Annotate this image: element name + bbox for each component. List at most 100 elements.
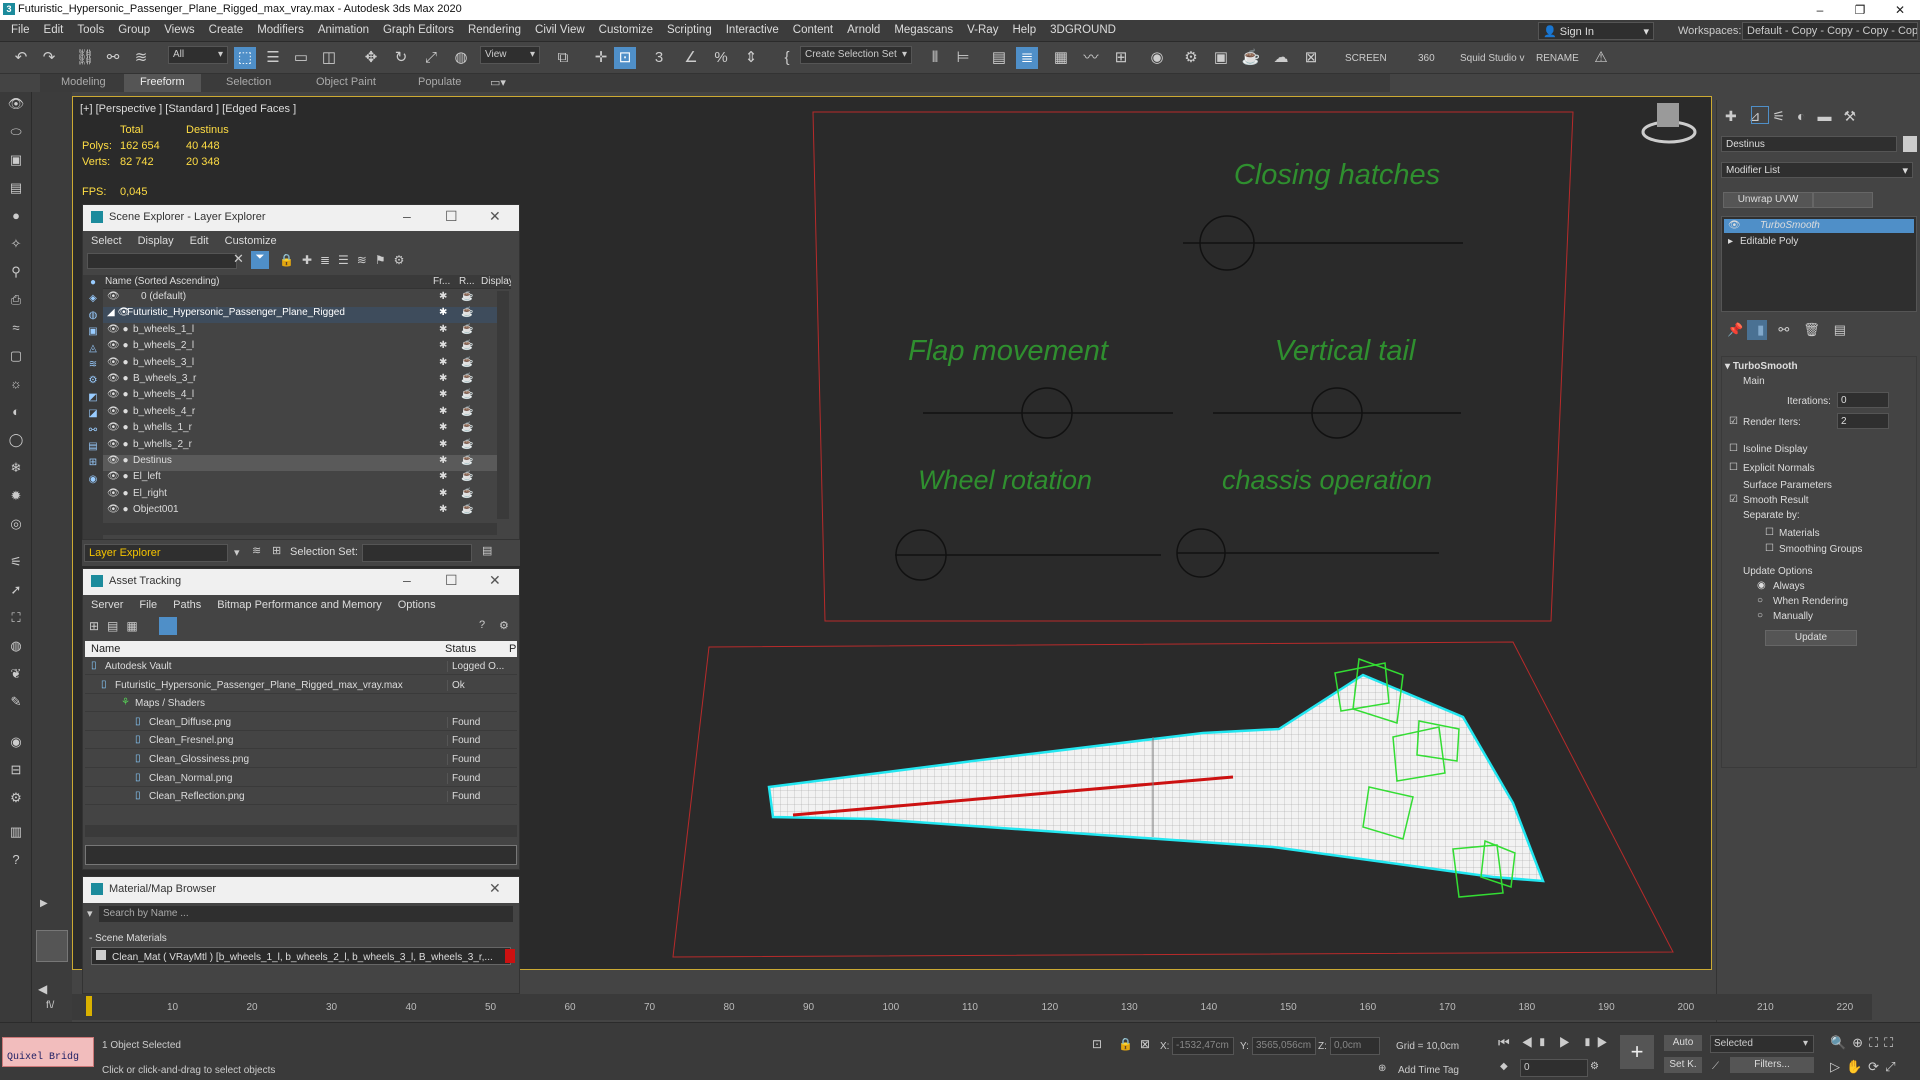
material-search-input[interactable]: Search by Name ... [99,906,513,922]
manually-radio[interactable]: ○ [1757,610,1763,621]
explorer-row[interactable]: 👁 ● b_wheels_2_l ✱ ☕ [103,340,497,356]
sign-in-button[interactable]: 👤 Sign In ▾ [1538,22,1654,40]
ribbon-toggle-icon[interactable]: ▦ [1050,47,1072,69]
smooth-result-checkbox[interactable]: ☑ [1729,494,1738,505]
renderable-icon[interactable]: ☕ [461,324,473,335]
link-icon[interactable]: ⛓ [74,47,96,69]
menu-graph-editors[interactable]: Graph Editors [376,20,461,42]
layer-icon[interactable]: ⬭ [6,122,26,142]
visibility-icon[interactable]: 👁 ● [103,422,129,433]
rendered-frame-icon[interactable]: ▣ [1210,47,1232,69]
smoothing-groups-checkbox[interactable]: ☐ [1765,543,1774,554]
menu-create[interactable]: Create [202,20,251,42]
tab-populate[interactable]: Populate [402,74,477,92]
explorer-row[interactable]: 👁 ● b_whells_2_r ✱ ☕ [103,439,497,455]
tab-selection[interactable]: Selection [210,74,287,92]
scale-icon[interactable]: ⤢ [420,47,442,69]
renderable-icon[interactable]: ☕ [461,340,473,351]
mirror-tool-icon[interactable]: ⫴ [924,47,946,69]
freeze-icon[interactable]: ✱ [439,357,447,368]
menu-arnold[interactable]: Arnold [840,20,887,42]
menu-interactive[interactable]: Interactive [719,20,786,42]
asset-row[interactable]: ▯ Clean_Diffuse.png Found [85,715,517,731]
visibility-icon[interactable]: 👁 ● [103,455,129,466]
renderable-icon[interactable]: ☕ [461,504,473,515]
scene-explorer-icon[interactable]: 👁 [6,94,26,114]
explorer-row[interactable]: 👁 ● b_wheels_3_l ✱ ☕ [103,357,497,373]
helper-icon[interactable]: ✧ [6,234,26,254]
pivot-center-icon[interactable]: ✛ [590,47,612,69]
freeze-icon[interactable]: ✱ [439,406,447,417]
angle-snap-icon[interactable]: ∠ [680,47,702,69]
space-warp-icon[interactable]: ≈ [6,318,26,338]
scene-explorer-header[interactable]: Scene Explorer - Layer Explorer – ☐ ✕ [83,205,519,231]
manage-sets-icon[interactable]: ▤ [482,544,492,557]
render-iters-checkbox[interactable]: ☑ [1729,416,1738,427]
help-icon[interactable]: ? [479,619,485,631]
explorer-row[interactable]: 👁 0 (default) ✱ ☕ [103,291,497,307]
scene-explorer-menu-customize[interactable]: Customize [217,231,285,251]
freeze-icon[interactable]: ✱ [439,324,447,335]
toggle-scene-explorer-icon[interactable]: ▤ [988,47,1010,69]
freeze-icon[interactable]: ✱ [439,373,447,384]
modifier-slot-button[interactable] [1813,192,1873,208]
isoline-checkbox[interactable]: ☐ [1729,443,1738,454]
object-name-field[interactable]: Destinus [1721,136,1897,152]
renderable-icon[interactable]: ☕ [461,307,473,318]
menu-customize[interactable]: Customize [592,20,660,42]
sun-icon[interactable]: ✹ [6,486,26,506]
slider-chassis-operation[interactable] [1176,528,1439,578]
visibility-icon[interactable]: 👁 ● [103,389,129,400]
warning-icon[interactable]: ⚠ [1590,47,1612,69]
add-time-tag[interactable]: Add Time Tag [1398,1065,1459,1076]
renderable-icon[interactable]: ☕ [461,455,473,466]
explorer-hscrollbar[interactable] [103,523,497,535]
archive-icon[interactable]: ⊟ [6,760,26,780]
render-iters-spinner[interactable]: 2 [1837,413,1889,429]
auto-key-button[interactable]: Auto [1664,1035,1702,1051]
sort-icon[interactable]: ⊞ [272,544,281,557]
viewport-nav-controls-2[interactable]: ▷✋⟳⤢ [1830,1059,1901,1075]
asset-row[interactable]: ▯ Clean_Glossiness.png Found [85,752,517,768]
time-config-icon[interactable]: ⚙ [1590,1061,1599,1072]
asset-tracking-header[interactable]: Asset Tracking – ☐ ✕ [83,569,519,595]
freeze-icon[interactable]: ✱ [439,389,447,400]
menu-3dground[interactable]: 3DGROUND [1043,20,1123,42]
tab-object-paint[interactable]: Object Paint [300,74,392,92]
curve-editor-icon[interactable]: 〰 [1080,47,1102,69]
create-selection-set-dropdown[interactable]: Create Selection Set ▾ [800,46,912,64]
menu-content[interactable]: Content [786,20,840,42]
visibility-icon[interactable]: 👁 ● [103,324,129,335]
scene-explorer-search[interactable] [87,253,237,269]
asset-menu-file[interactable]: File [131,595,165,615]
chevron-down-icon[interactable]: ▾ [87,907,93,920]
explorer-row[interactable]: 👁 ● b_wheels_4_l ✱ ☕ [103,389,497,405]
menu-group[interactable]: Group [111,20,157,42]
scene-explorer-menu-select[interactable]: Select [83,231,130,251]
viewport-thumb[interactable] [36,930,68,962]
layers-icon[interactable]: ≋ [252,544,261,557]
material-item[interactable]: Clean_Mat ( VRayMtl ) [b_wheels_1_l, b_w… [91,947,511,965]
target-icon[interactable]: ◎ [6,514,26,534]
menu-civil-view[interactable]: Civil View [528,20,592,42]
toggle-layer-explorer-icon[interactable]: ≣ [1016,47,1038,69]
material-browser-header[interactable]: Material/Map Browser ✕ [83,877,519,903]
back-arrow-icon[interactable]: ◀ [38,982,47,996]
asset-hscrollbar[interactable] [85,825,517,837]
quixel-bridge-button[interactable]: Quixel Bridg [2,1037,94,1067]
unwrap-uvw-button[interactable]: Unwrap UVW [1723,192,1813,208]
col-display[interactable]: Display as B [481,276,511,292]
always-radio[interactable]: ◉ [1757,580,1766,591]
slider-wheel-rotation[interactable] [895,529,1161,581]
visibility-icon[interactable]: 👁 ● [103,471,129,482]
hierarchy-icon[interactable]: ⚟ [6,552,26,572]
current-frame-field[interactable]: 0 [1520,1059,1588,1077]
asset-row[interactable]: ⚘ Maps / Shaders [85,696,517,713]
menu-file[interactable]: File [4,20,37,42]
close-icon[interactable]: ✕ [1880,0,1920,20]
col-asset-status[interactable]: Status [445,643,476,659]
visibility-icon[interactable]: 👁 ● [103,488,129,499]
key-tangent-icon[interactable]: ⟋ [1712,1061,1719,1072]
reference-coord-dropdown[interactable]: View ▾ [480,46,540,64]
close-icon[interactable]: ✕ [489,880,501,897]
